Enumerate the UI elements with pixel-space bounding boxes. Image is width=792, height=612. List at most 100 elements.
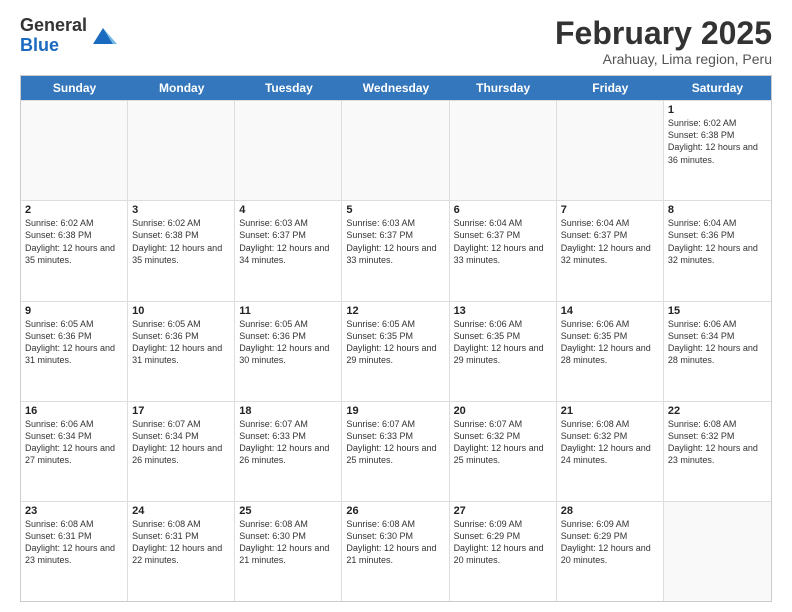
calendar-cell: 26Sunrise: 6:08 AMSunset: 6:30 PMDayligh… (342, 502, 449, 601)
day-number: 8 (668, 204, 767, 216)
day-info: Sunrise: 6:06 AMSunset: 6:34 PMDaylight:… (25, 418, 123, 467)
calendar-cell: 5Sunrise: 6:03 AMSunset: 6:37 PMDaylight… (342, 201, 449, 300)
calendar-cell (128, 101, 235, 200)
day-info: Sunrise: 6:07 AMSunset: 6:33 PMDaylight:… (346, 418, 444, 467)
calendar-cell: 10Sunrise: 6:05 AMSunset: 6:36 PMDayligh… (128, 302, 235, 401)
day-info: Sunrise: 6:05 AMSunset: 6:36 PMDaylight:… (239, 318, 337, 367)
day-number: 23 (25, 505, 123, 517)
day-info: Sunrise: 6:03 AMSunset: 6:37 PMDaylight:… (346, 217, 444, 266)
day-info: Sunrise: 6:07 AMSunset: 6:34 PMDaylight:… (132, 418, 230, 467)
day-info: Sunrise: 6:06 AMSunset: 6:35 PMDaylight:… (454, 318, 552, 367)
day-info: Sunrise: 6:02 AMSunset: 6:38 PMDaylight:… (25, 217, 123, 266)
calendar-cell: 24Sunrise: 6:08 AMSunset: 6:31 PMDayligh… (128, 502, 235, 601)
day-number: 10 (132, 305, 230, 317)
calendar-cell: 15Sunrise: 6:06 AMSunset: 6:34 PMDayligh… (664, 302, 771, 401)
calendar-cell (450, 101, 557, 200)
day-number: 3 (132, 204, 230, 216)
day-info: Sunrise: 6:04 AMSunset: 6:37 PMDaylight:… (454, 217, 552, 266)
calendar-cell (664, 502, 771, 601)
calendar-cell: 12Sunrise: 6:05 AMSunset: 6:35 PMDayligh… (342, 302, 449, 401)
day-info: Sunrise: 6:03 AMSunset: 6:37 PMDaylight:… (239, 217, 337, 266)
day-info: Sunrise: 6:04 AMSunset: 6:37 PMDaylight:… (561, 217, 659, 266)
logo: General Blue (20, 16, 117, 56)
day-info: Sunrise: 6:08 AMSunset: 6:30 PMDaylight:… (239, 518, 337, 567)
day-info: Sunrise: 6:09 AMSunset: 6:29 PMDaylight:… (454, 518, 552, 567)
day-number: 22 (668, 405, 767, 417)
day-number: 27 (454, 505, 552, 517)
day-number: 18 (239, 405, 337, 417)
day-info: Sunrise: 6:04 AMSunset: 6:36 PMDaylight:… (668, 217, 767, 266)
logo-icon (89, 22, 117, 50)
calendar-row: 2Sunrise: 6:02 AMSunset: 6:38 PMDaylight… (21, 200, 771, 300)
calendar-page: General Blue February 2025 Arahuay, Lima… (0, 0, 792, 612)
day-number: 6 (454, 204, 552, 216)
weekday-header: Tuesday (235, 76, 342, 100)
day-info: Sunrise: 6:09 AMSunset: 6:29 PMDaylight:… (561, 518, 659, 567)
calendar-title: February 2025 (555, 16, 772, 51)
logo-blue: Blue (20, 35, 59, 55)
day-info: Sunrise: 6:02 AMSunset: 6:38 PMDaylight:… (668, 117, 767, 166)
calendar-cell: 23Sunrise: 6:08 AMSunset: 6:31 PMDayligh… (21, 502, 128, 601)
day-info: Sunrise: 6:07 AMSunset: 6:33 PMDaylight:… (239, 418, 337, 467)
day-number: 12 (346, 305, 444, 317)
day-info: Sunrise: 6:08 AMSunset: 6:31 PMDaylight:… (132, 518, 230, 567)
day-info: Sunrise: 6:07 AMSunset: 6:32 PMDaylight:… (454, 418, 552, 467)
day-number: 28 (561, 505, 659, 517)
day-info: Sunrise: 6:05 AMSunset: 6:36 PMDaylight:… (132, 318, 230, 367)
day-number: 11 (239, 305, 337, 317)
day-info: Sunrise: 6:02 AMSunset: 6:38 PMDaylight:… (132, 217, 230, 266)
calendar-cell: 19Sunrise: 6:07 AMSunset: 6:33 PMDayligh… (342, 402, 449, 501)
weekday-header: Friday (557, 76, 664, 100)
calendar-cell: 14Sunrise: 6:06 AMSunset: 6:35 PMDayligh… (557, 302, 664, 401)
day-info: Sunrise: 6:08 AMSunset: 6:30 PMDaylight:… (346, 518, 444, 567)
weekday-header: Thursday (450, 76, 557, 100)
calendar-cell: 7Sunrise: 6:04 AMSunset: 6:37 PMDaylight… (557, 201, 664, 300)
day-number: 20 (454, 405, 552, 417)
weekday-header: Monday (128, 76, 235, 100)
day-number: 7 (561, 204, 659, 216)
calendar-body: 1Sunrise: 6:02 AMSunset: 6:38 PMDaylight… (21, 100, 771, 601)
calendar-cell: 2Sunrise: 6:02 AMSunset: 6:38 PMDaylight… (21, 201, 128, 300)
calendar-cell: 27Sunrise: 6:09 AMSunset: 6:29 PMDayligh… (450, 502, 557, 601)
calendar-cell (21, 101, 128, 200)
day-number: 5 (346, 204, 444, 216)
calendar: SundayMondayTuesdayWednesdayThursdayFrid… (20, 75, 772, 602)
day-number: 25 (239, 505, 337, 517)
calendar-cell: 25Sunrise: 6:08 AMSunset: 6:30 PMDayligh… (235, 502, 342, 601)
day-info: Sunrise: 6:08 AMSunset: 6:31 PMDaylight:… (25, 518, 123, 567)
weekday-header: Sunday (21, 76, 128, 100)
calendar-cell: 18Sunrise: 6:07 AMSunset: 6:33 PMDayligh… (235, 402, 342, 501)
page-header: General Blue February 2025 Arahuay, Lima… (20, 16, 772, 67)
calendar-row: 16Sunrise: 6:06 AMSunset: 6:34 PMDayligh… (21, 401, 771, 501)
day-info: Sunrise: 6:08 AMSunset: 6:32 PMDaylight:… (561, 418, 659, 467)
calendar-cell: 28Sunrise: 6:09 AMSunset: 6:29 PMDayligh… (557, 502, 664, 601)
day-number: 21 (561, 405, 659, 417)
calendar-row: 9 Sunrise: 6:05 AMSunset: 6:36 PMDaylight… (21, 301, 771, 401)
day-number: 19 (346, 405, 444, 417)
calendar-cell: 13Sunrise: 6:06 AMSunset: 6:35 PMDayligh… (450, 302, 557, 401)
calendar-cell: 22Sunrise: 6:08 AMSunset: 6:32 PMDayligh… (664, 402, 771, 501)
day-number: 9 (25, 305, 123, 317)
calendar-cell: 9Sunrise: 6:05 AMSunset: 6:36 PMDaylight… (21, 302, 128, 401)
calendar-cell (557, 101, 664, 200)
calendar-cell: 17Sunrise: 6:07 AMSunset: 6:34 PMDayligh… (128, 402, 235, 501)
calendar-row: 1Sunrise: 6:02 AMSunset: 6:38 PMDaylight… (21, 100, 771, 200)
calendar-cell: 11Sunrise: 6:05 AMSunset: 6:36 PMDayligh… (235, 302, 342, 401)
calendar-cell: 16Sunrise: 6:06 AMSunset: 6:34 PMDayligh… (21, 402, 128, 501)
calendar-cell: 1Sunrise: 6:02 AMSunset: 6:38 PMDaylight… (664, 101, 771, 200)
calendar-cell: 8Sunrise: 6:04 AMSunset: 6:36 PMDaylight… (664, 201, 771, 300)
day-number: 1 (668, 104, 767, 116)
day-info: Sunrise: 6:08 AMSunset: 6:32 PMDaylight:… (668, 418, 767, 467)
weekday-header: Wednesday (342, 76, 449, 100)
day-info: Sunrise: 6:06 AMSunset: 6:35 PMDaylight:… (561, 318, 659, 367)
day-info: Sunrise: 6:05 AMSunset: 6:35 PMDaylight:… (346, 318, 444, 367)
calendar-cell (342, 101, 449, 200)
calendar-cell: 20Sunrise: 6:07 AMSunset: 6:32 PMDayligh… (450, 402, 557, 501)
calendar-subtitle: Arahuay, Lima region, Peru (555, 51, 772, 67)
day-number: 13 (454, 305, 552, 317)
day-number: 17 (132, 405, 230, 417)
title-block: February 2025 Arahuay, Lima region, Peru (555, 16, 772, 67)
calendar-header: SundayMondayTuesdayWednesdayThursdayFrid… (21, 76, 771, 100)
calendar-row: 23Sunrise: 6:08 AMSunset: 6:31 PMDayligh… (21, 501, 771, 601)
day-number: 2 (25, 204, 123, 216)
